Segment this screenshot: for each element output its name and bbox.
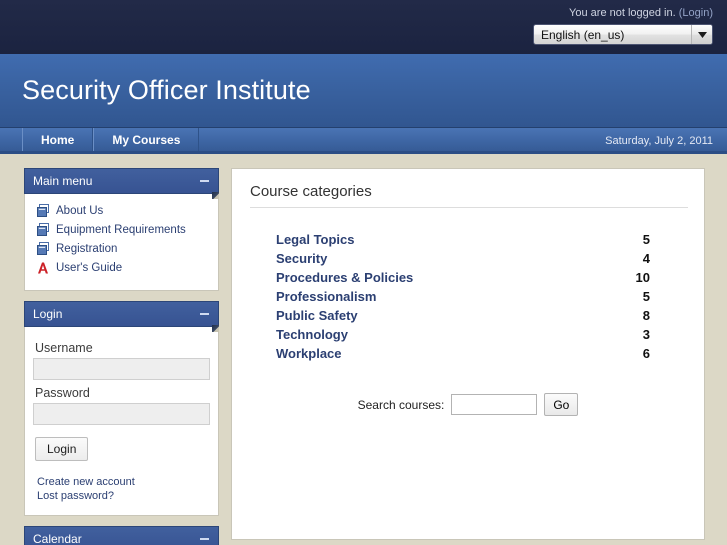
login-status-text: You are not logged in. [569, 7, 676, 19]
menu-link-registration[interactable]: Registration [56, 243, 117, 255]
minimize-icon[interactable] [199, 309, 210, 320]
username-label: Username [35, 341, 93, 355]
login-button[interactable]: Login [35, 437, 89, 461]
top-utility-bar-inner: You are not logged in. (Login) English (… [533, 6, 713, 45]
category-count-cell: 5 [642, 232, 650, 247]
course-categories-table: Legal Topics 5 Security 4 Procedures & P… [248, 230, 688, 363]
language-select-value: English (en_us) [541, 27, 625, 42]
block-login-title: Login [33, 307, 63, 321]
list-item[interactable]: About Us [33, 202, 210, 221]
category-name-cell: Public Safety [248, 306, 582, 325]
table-row: Technology 3 [248, 325, 688, 344]
category-name-cell: Technology [248, 325, 582, 344]
table-row: Professionalism 5 [248, 287, 688, 306]
category-count-cell: 4 [642, 251, 650, 266]
block-main-menu-title: Main menu [33, 174, 93, 188]
category-count-cell: 3 [642, 327, 650, 342]
login-link[interactable]: (Login) [679, 7, 713, 19]
category-link-technology[interactable]: Technology [276, 327, 348, 342]
main-navbar: Home My Courses Saturday, July 2, 2011 [0, 128, 727, 154]
minimize-icon[interactable] [199, 176, 210, 187]
menu-link-equipment-requirements[interactable]: Equipment Requirements [56, 224, 186, 236]
table-row: Procedures & Policies 10 [248, 268, 688, 287]
page-icon [35, 203, 51, 219]
block-calendar: Calendar [24, 526, 219, 545]
search-courses-label: Search courses: [357, 397, 445, 412]
nav-tabs: Home My Courses [22, 128, 200, 151]
top-utility-bar: You are not logged in. (Login) English (… [0, 0, 727, 54]
search-go-button[interactable]: Go [544, 393, 579, 416]
category-link-public-safety[interactable]: Public Safety [276, 308, 358, 323]
category-link-security[interactable]: Security [276, 251, 327, 266]
main-content: Course categories Legal Topics 5 Securit… [231, 168, 705, 540]
block-main-menu-header: Main menu [24, 168, 219, 199]
category-count-cell: 6 [642, 346, 650, 361]
chevron-down-icon[interactable] [691, 25, 712, 44]
block-login-header: Login [24, 301, 219, 332]
menu-link-about-us[interactable]: About Us [56, 205, 103, 217]
category-link-professionalism[interactable]: Professionalism [276, 289, 376, 304]
category-name-cell: Security [248, 249, 582, 268]
search-courses-row: Search courses: Go [248, 393, 688, 416]
nav-tab-my-courses[interactable]: My Courses [93, 128, 200, 151]
create-new-account-link[interactable]: Create new account [37, 475, 210, 489]
username-input[interactable] [33, 358, 210, 380]
page-title: Course categories [250, 183, 688, 208]
menu-link-users-guide[interactable]: User's Guide [56, 262, 122, 274]
block-main-menu-body: About Us Equipment Requirements Registra… [24, 194, 219, 291]
nav-tab-home[interactable]: Home [22, 128, 94, 151]
category-name-cell: Legal Topics [248, 230, 582, 249]
login-sub-links: Create new account Lost password? [33, 475, 210, 503]
block-calendar-header: Calendar [24, 526, 219, 545]
list-item[interactable]: Registration [33, 240, 210, 259]
list-item[interactable]: Equipment Requirements [33, 221, 210, 240]
list-item[interactable]: User's Guide [33, 259, 210, 278]
table-row: Workplace 6 [248, 344, 688, 363]
minimize-icon[interactable] [199, 534, 210, 545]
password-label: Password [35, 386, 90, 400]
main-menu-list: About Us Equipment Requirements Registra… [33, 202, 210, 278]
language-select[interactable]: English (en_us) [533, 24, 713, 45]
block-login: Login Username Password Login Create new… [24, 301, 219, 516]
category-count-cell: 5 [642, 289, 650, 304]
block-login-body: Username Password Login Create new accou… [24, 327, 219, 516]
category-link-legal-topics[interactable]: Legal Topics [276, 232, 355, 247]
category-name-cell: Professionalism [248, 287, 582, 306]
left-column: Main menu About Us Equipment Requirement… [24, 168, 219, 545]
password-input[interactable] [33, 403, 210, 425]
page-icon [35, 241, 51, 257]
site-header-banner: Security Officer Institute [0, 54, 727, 128]
lost-password-link[interactable]: Lost password? [37, 489, 210, 503]
site-title: Security Officer Institute [22, 75, 311, 105]
current-date: Saturday, July 2, 2011 [605, 135, 713, 147]
category-link-procedures-policies[interactable]: Procedures & Policies [276, 270, 413, 285]
page-body: Main menu About Us Equipment Requirement… [0, 154, 727, 545]
category-count-cell: 10 [635, 270, 650, 285]
table-row: Security 4 [248, 249, 688, 268]
category-link-workplace[interactable]: Workplace [276, 346, 342, 361]
category-name-cell: Procedures & Policies [248, 268, 582, 287]
search-courses-input[interactable] [451, 394, 538, 415]
page-icon [35, 222, 51, 238]
table-row: Legal Topics 5 [248, 230, 688, 249]
category-name-cell: Workplace [248, 344, 582, 363]
login-status: You are not logged in. (Login) [533, 6, 713, 20]
pdf-icon [35, 260, 51, 276]
category-count-cell: 8 [642, 308, 650, 323]
table-row: Public Safety 8 [248, 306, 688, 325]
block-calendar-title: Calendar [33, 532, 82, 545]
block-main-menu: Main menu About Us Equipment Requirement… [24, 168, 219, 291]
